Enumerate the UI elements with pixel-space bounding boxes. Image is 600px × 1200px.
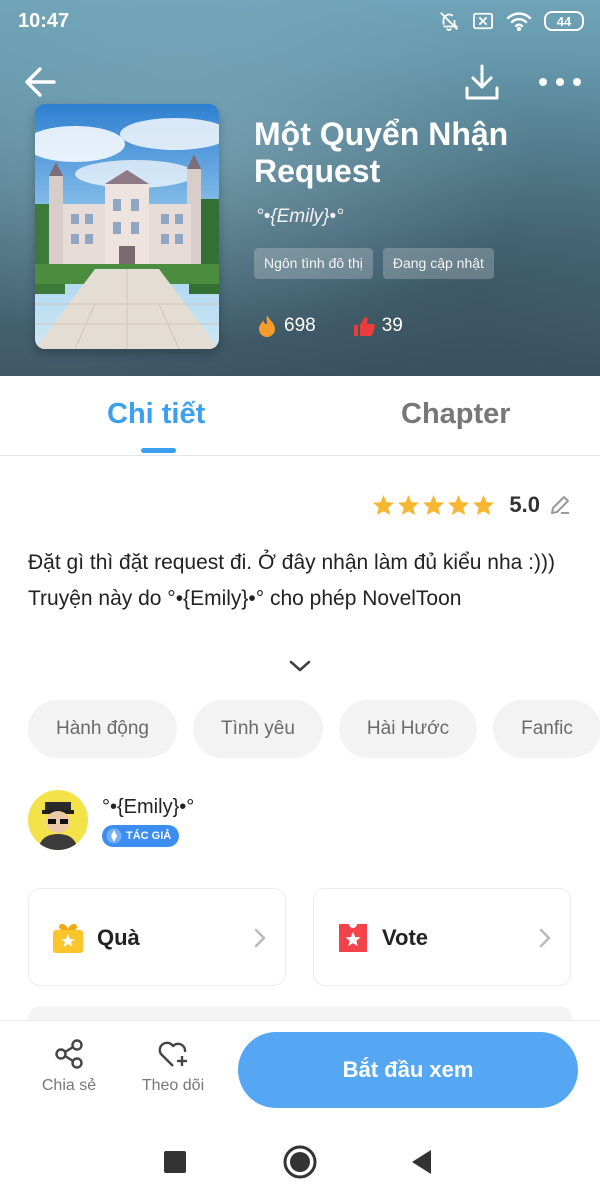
tab-details[interactable]: Chi tiết (107, 398, 205, 431)
author-name[interactable]: °•{Emily}•° (102, 796, 194, 819)
pen-nib-icon (106, 828, 122, 844)
follow-label: Theo dõi (141, 1077, 205, 1094)
category-chip[interactable]: Fanfic (493, 700, 600, 758)
gift-icon (53, 924, 83, 953)
chevron-down-icon[interactable] (286, 656, 314, 676)
likes-stat: 39 (352, 314, 403, 338)
gift-card[interactable]: Quà (28, 888, 286, 986)
category-chips: Hành động Tình yêu Hài Hước Fanfic (28, 700, 600, 758)
rating-value: 5.0 (509, 492, 540, 517)
rating-row[interactable]: 5.0 (372, 492, 572, 518)
status-tag: Đang cập nhật (382, 248, 494, 279)
description-line: Truyện này do °•{Emily}•° cho phép Novel… (28, 587, 462, 610)
download-button[interactable] (460, 60, 504, 104)
views-count: 698 (284, 315, 316, 336)
pencil-icon[interactable] (548, 493, 572, 517)
more-options-button[interactable] (534, 60, 586, 104)
avatar[interactable] (28, 790, 88, 850)
vote-ticket-icon (339, 921, 367, 952)
book-description: Đặt gì thì đặt request đi. Ở đây nhận là… (28, 545, 573, 617)
wifi-icon (506, 12, 532, 31)
share-button[interactable]: Chia sẻ (24, 1037, 114, 1095)
fire-icon (259, 315, 275, 337)
status-icons: 44 (438, 10, 584, 32)
book-stats: 698 39 (256, 314, 403, 338)
category-chip[interactable]: Hành động (28, 700, 177, 758)
bell-off-icon (440, 12, 459, 32)
chevron-right-icon (254, 928, 266, 948)
genre-tag[interactable]: Ngôn tình đô thị (254, 248, 373, 279)
category-chip[interactable]: Tình yêu (192, 700, 323, 758)
bottom-action-bar: Chia sẻ Theo dõi Bắt đầu xem (0, 1020, 600, 1120)
system-navigation-bar (0, 1120, 600, 1200)
vote-label: Vote (382, 925, 429, 950)
star-icon (473, 494, 495, 516)
description-line: Đặt gì thì đặt request đi. Ở đây nhận là… (28, 551, 555, 574)
active-tab-indicator (141, 448, 176, 453)
thumbs-up-icon (353, 317, 375, 336)
author-avatar-image (28, 790, 88, 850)
home-icon[interactable] (280, 1142, 320, 1182)
recent-apps-icon[interactable] (155, 1142, 195, 1182)
vote-card[interactable]: Vote (313, 888, 571, 986)
star-icon (373, 494, 395, 516)
back-button[interactable] (20, 60, 64, 104)
share-icon (55, 1039, 83, 1069)
rating-stars (372, 494, 495, 516)
start-reading-button[interactable]: Bắt đầu xem (238, 1032, 578, 1108)
genre-tags: Ngôn tình đô thị Đang cập nhật (254, 248, 494, 279)
star-icon (448, 494, 470, 516)
top-navigation (0, 58, 600, 106)
status-time: 10:47 (18, 10, 70, 32)
book-author[interactable]: °•{Emily}•° (256, 206, 344, 228)
status-bar: 10:47 44 (0, 0, 600, 44)
book-header: 10:47 44 Một Quyển Nhận Request °•{Emily… (0, 0, 600, 376)
battery-icon: 44 (544, 11, 584, 31)
star-icon (423, 494, 445, 516)
tab-chapters[interactable]: Chapter (401, 398, 511, 431)
tab-bar: Chi tiết Chapter (0, 376, 600, 456)
chevron-right-icon (539, 928, 551, 948)
book-title: Một Quyển Nhận Request (254, 116, 509, 189)
star-icon (398, 494, 420, 516)
category-chip[interactable]: Hài Hước (338, 700, 478, 758)
share-label: Chia sẻ (41, 1077, 97, 1094)
author-badge: TÁC GIẢ (102, 825, 180, 847)
gift-label: Quà (97, 925, 140, 950)
back-triangle-icon[interactable] (402, 1142, 442, 1182)
heart-plus-icon (158, 1041, 187, 1067)
castle-cover-image (35, 104, 219, 349)
book-cover[interactable] (35, 104, 219, 349)
author-badge-label: TÁC GIẢ (126, 830, 172, 842)
sim-off-icon (473, 12, 493, 30)
views-stat: 698 (256, 314, 316, 338)
follow-button[interactable]: Theo dõi (128, 1037, 218, 1095)
likes-count: 39 (381, 315, 403, 336)
